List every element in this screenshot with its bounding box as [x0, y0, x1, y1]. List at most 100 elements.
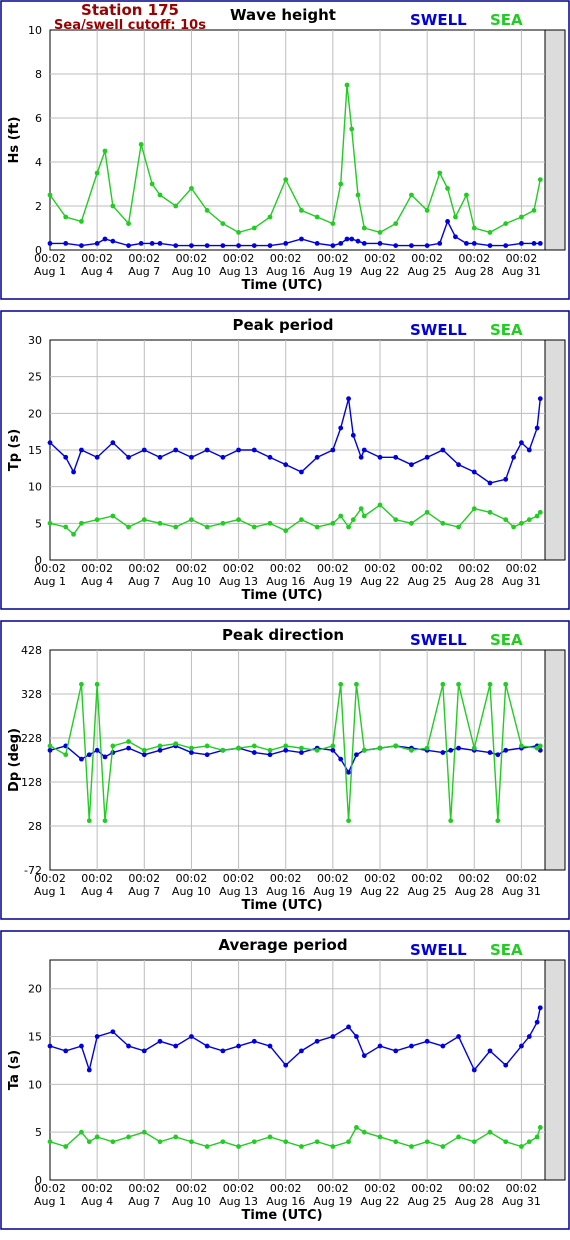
data-point-swell — [47, 1043, 53, 1049]
data-point-sea — [487, 509, 493, 515]
data-point-swell — [330, 447, 336, 453]
data-point-sea — [63, 752, 69, 758]
x-tick-date: Aug 31 — [502, 885, 541, 898]
data-point-sea — [47, 520, 53, 526]
data-point-sea — [393, 1139, 399, 1145]
data-point-swell — [157, 1038, 163, 1044]
data-point-sea — [94, 1134, 100, 1140]
station-name: Station 175 — [81, 1, 179, 19]
data-point-swell — [377, 1043, 383, 1049]
data-point-sea — [63, 1144, 69, 1149]
x-tick-date: Aug 25 — [408, 1195, 447, 1208]
data-point-swell — [424, 454, 430, 460]
data-point-sea — [267, 214, 273, 220]
x-tick-time: 00:02 — [176, 562, 208, 575]
x-tick-date: Aug 28 — [455, 265, 494, 278]
data-point-sea — [173, 741, 179, 747]
chart-panel-2: -722812822832842800:02Aug 100:02Aug 400:… — [0, 620, 570, 920]
data-point-swell — [346, 1024, 351, 1030]
x-tick-date: Aug 19 — [313, 885, 352, 898]
data-point-swell — [204, 1043, 210, 1049]
y-axis-label: Hs (ft) — [7, 117, 22, 164]
data-point-sea — [141, 747, 147, 753]
x-tick-time: 00:02 — [317, 252, 349, 265]
legend-swell: SWELL — [410, 631, 467, 649]
data-point-swell — [204, 447, 210, 453]
data-point-sea — [236, 745, 241, 751]
x-tick-time: 00:02 — [506, 1182, 538, 1195]
x-tick-date: Aug 16 — [266, 265, 305, 278]
data-point-sea — [141, 1129, 147, 1135]
x-tick-time: 00:02 — [223, 1182, 255, 1195]
data-point-swell — [299, 1048, 304, 1054]
data-point-sea — [126, 739, 131, 744]
data-point-sea — [236, 517, 241, 523]
data-point-sea — [141, 517, 147, 523]
data-point-sea — [204, 208, 210, 213]
x-tick-time: 00:02 — [317, 1182, 349, 1195]
x-tick-time: 00:02 — [411, 562, 443, 575]
data-point-swell — [350, 432, 356, 438]
data-point-swell — [126, 243, 131, 249]
data-point-sea — [358, 506, 364, 512]
data-point-swell — [110, 1029, 116, 1035]
data-point-swell — [47, 747, 53, 753]
x-tick-time: 00:02 — [128, 872, 160, 885]
data-point-sea — [110, 513, 116, 519]
data-point-sea — [350, 517, 356, 523]
data-point-swell — [251, 243, 257, 249]
chart-title: Wave height — [230, 6, 336, 24]
data-point-swell — [251, 1038, 257, 1044]
x-tick-date: Aug 10 — [172, 885, 211, 898]
data-point-swell — [141, 752, 147, 758]
x-tick-time: 00:02 — [176, 872, 208, 885]
chart-panel-3: 0510152000:02Aug 100:02Aug 400:02Aug 700… — [0, 930, 570, 1230]
data-point-swell — [63, 1048, 69, 1054]
data-point-sea — [314, 214, 320, 220]
data-point-sea — [349, 126, 355, 132]
data-point-swell — [102, 754, 108, 760]
data-point-sea — [440, 681, 446, 687]
y-tick-label: 8 — [35, 68, 42, 81]
legend-sea: SEA — [490, 11, 523, 29]
data-point-swell — [349, 236, 355, 242]
data-point-swell — [47, 440, 53, 446]
data-point-swell — [471, 469, 477, 475]
x-tick-date: Aug 7 — [128, 1195, 160, 1208]
x-tick-date: Aug 4 — [81, 575, 113, 588]
x-tick-date: Aug 13 — [219, 575, 258, 588]
data-point-sea — [314, 524, 320, 530]
data-point-sea — [377, 502, 383, 508]
data-point-swell — [409, 1043, 414, 1049]
x-tick-date: Aug 31 — [502, 1195, 541, 1208]
data-point-swell — [361, 447, 367, 453]
data-point-sea — [409, 520, 414, 526]
x-tick-date: Aug 7 — [128, 265, 160, 278]
x-tick-time: 00:02 — [458, 562, 490, 575]
data-point-sea — [220, 1139, 226, 1145]
x-tick-time: 00:02 — [506, 872, 538, 885]
data-point-sea — [531, 208, 537, 213]
data-point-swell — [283, 462, 289, 468]
data-point-sea — [189, 745, 194, 751]
data-point-sea — [346, 818, 351, 824]
chart-panel-0: 024681000:02Aug 100:02Aug 400:02Aug 700:… — [0, 0, 570, 300]
data-point-swell — [409, 462, 414, 468]
y-tick-label: 2 — [35, 200, 42, 213]
data-point-swell — [189, 454, 194, 460]
data-point-swell — [346, 769, 351, 775]
data-point-swell — [526, 1034, 532, 1039]
data-point-swell — [126, 745, 131, 751]
data-point-swell — [355, 238, 361, 244]
y-tick-label: 30 — [28, 334, 42, 347]
data-point-sea — [79, 219, 84, 224]
x-tick-time: 00:02 — [458, 872, 490, 885]
data-point-sea — [338, 181, 344, 187]
data-point-sea — [519, 1144, 524, 1149]
x-tick-date: Aug 31 — [502, 575, 541, 588]
data-point-sea — [267, 1134, 273, 1140]
data-point-swell — [173, 243, 179, 249]
data-point-swell — [487, 480, 493, 486]
legend-sea: SEA — [490, 321, 523, 339]
x-tick-date: Aug 1 — [34, 885, 66, 898]
